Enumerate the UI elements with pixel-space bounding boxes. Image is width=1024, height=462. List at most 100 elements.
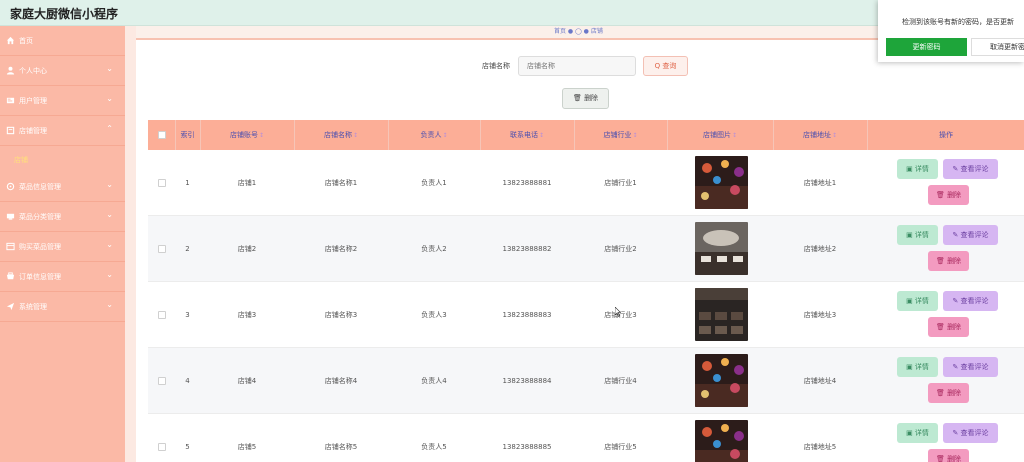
edit-icon: ✎	[952, 429, 961, 437]
header-image[interactable]: 店铺图片↕	[667, 120, 773, 150]
sidebar-item-home[interactable]: 首页	[0, 26, 125, 56]
cell-industry: 店铺行业1	[604, 179, 637, 187]
sidebar: 首页 个人中心 ⌄ 用户管理 ⌄ 店铺管理 ⌃ 店铺 菜品信息管理 ⌄ 菜品分类…	[0, 26, 125, 462]
users-icon	[6, 97, 15, 104]
cell-address: 店铺地址5	[803, 443, 837, 451]
search-button[interactable]: Q 查询	[643, 56, 688, 76]
cell-phone: 13823888881	[502, 179, 552, 187]
sidebar-item-label: 菜品信息管理	[19, 183, 61, 191]
sidebar-item-dishes[interactable]: 菜品信息管理 ⌄	[0, 172, 125, 202]
cancel-update-button[interactable]: 取消更新密码	[971, 38, 1024, 56]
detail-icon: ▣	[906, 231, 915, 239]
table-row: 1 店铺1 店铺名称1 负责人1 13823888881 店铺行业1 店铺地址1…	[148, 150, 1024, 216]
header-actions: 操作	[939, 131, 953, 139]
header-manager[interactable]: 负责人↕	[388, 120, 480, 150]
store-image[interactable]	[695, 222, 748, 275]
detail-button[interactable]: ▣ 详情	[897, 225, 938, 245]
sidebar-item-system[interactable]: 系统管理 ⌄	[0, 292, 125, 322]
header-industry[interactable]: 店铺行业↕	[574, 120, 667, 150]
sidebar-item-users[interactable]: 用户管理 ⌄	[0, 86, 125, 116]
header-address[interactable]: 店铺地址↕	[773, 120, 867, 150]
cell-address: 店铺地址2	[803, 245, 837, 253]
delete-button[interactable]: 🗑 删除	[928, 251, 969, 271]
cell-name: 店铺名称2	[324, 245, 358, 253]
row-checkbox[interactable]	[158, 443, 166, 451]
cell-address: 店铺地址1	[803, 179, 837, 187]
sort-icon: ↕	[258, 132, 265, 139]
sidebar-item-purchases[interactable]: 购买菜品管理 ⌄	[0, 232, 125, 262]
sidebar-item-categories[interactable]: 菜品分类管理 ⌄	[0, 202, 125, 232]
store-image[interactable]	[695, 420, 748, 462]
cell-phone: 13823888882	[502, 245, 552, 253]
cell-industry: 店铺行业4	[604, 377, 637, 385]
delete-button[interactable]: 🗑 删除	[928, 185, 969, 205]
detail-button[interactable]: ▣ 详情	[897, 291, 938, 311]
row-checkbox[interactable]	[158, 377, 166, 385]
cell-name: 店铺名称4	[324, 377, 358, 385]
trash-icon: 🗑	[572, 94, 585, 102]
cell-index: 3	[185, 311, 190, 319]
delete-button[interactable]: 🗑 删除	[928, 317, 969, 337]
chevron-down-icon: ⌄	[106, 180, 113, 189]
cell-name: 店铺名称1	[324, 179, 358, 187]
sort-icon: ↕	[538, 132, 545, 139]
sidebar-item-stores[interactable]: 店铺管理 ⌃	[0, 116, 125, 146]
delete-button[interactable]: 🗑 删除	[928, 383, 969, 403]
update-password-button[interactable]: 更新密码	[886, 38, 967, 56]
cell-name: 店铺名称5	[324, 443, 358, 451]
view-reviews-button[interactable]: ✎ 查看评论	[943, 423, 998, 443]
trash-icon: 🗑	[935, 389, 948, 397]
header-phone[interactable]: 联系电话↕	[480, 120, 574, 150]
cell-index: 4	[185, 377, 190, 385]
store-image[interactable]	[695, 354, 748, 407]
cell-account: 店铺1	[237, 179, 257, 187]
app-title: 家庭大厨微信小程序	[10, 7, 119, 21]
sidebar-item-orders[interactable]: 订单信息管理 ⌄	[0, 262, 125, 292]
view-reviews-button[interactable]: ✎ 查看评论	[943, 159, 998, 179]
sort-icon: ↕	[731, 132, 738, 139]
detail-button[interactable]: ▣ 详情	[897, 159, 938, 179]
cell-phone: 13823888885	[502, 443, 552, 451]
cell-address: 店铺地址3	[803, 311, 837, 319]
select-all-checkbox[interactable]	[158, 131, 166, 139]
cell-account: 店铺3	[237, 311, 257, 319]
sort-icon: ↕	[352, 132, 359, 139]
cell-manager: 负责人1	[421, 179, 447, 187]
sort-icon: ↕	[831, 132, 838, 139]
edit-icon: ✎	[952, 363, 961, 371]
send-icon	[6, 302, 15, 311]
edit-icon: ✎	[952, 165, 961, 173]
store-icon	[6, 126, 15, 135]
sidebar-subitem-store[interactable]: 店铺	[0, 146, 125, 172]
sidebar-item-label: 首页	[19, 37, 33, 45]
view-reviews-button[interactable]: ✎ 查看评论	[943, 357, 998, 377]
row-checkbox[interactable]	[158, 311, 166, 319]
dish-icon	[6, 182, 15, 191]
header-name[interactable]: 店铺名称↕	[294, 120, 388, 150]
main-content: 店铺名称 Q 查询 🗑 删除 索引 店铺账号↕ 店铺名称↕ 负责人↕ 联系电话↕…	[136, 40, 1024, 462]
view-reviews-button[interactable]: ✎ 查看评论	[943, 291, 998, 311]
store-image[interactable]	[695, 288, 748, 341]
breadcrumb-text: 首页 ● ◯ ● 店铺	[554, 28, 603, 35]
detail-button[interactable]: ▣ 详情	[897, 423, 938, 443]
cell-name: 店铺名称3	[324, 311, 358, 319]
row-checkbox[interactable]	[158, 245, 166, 253]
search-input[interactable]	[518, 56, 636, 76]
sidebar-edge	[125, 26, 136, 462]
batch-delete-button[interactable]: 🗑 删除	[562, 88, 609, 109]
store-image[interactable]	[695, 156, 748, 209]
chevron-down-icon: ⌄	[106, 270, 113, 279]
search-label: 店铺名称	[482, 62, 510, 70]
delete-button[interactable]: 🗑 删除	[928, 449, 969, 462]
cell-index: 5	[185, 443, 190, 451]
cell-phone: 13823888883	[502, 311, 552, 319]
sidebar-item-profile[interactable]: 个人中心 ⌄	[0, 56, 125, 86]
chevron-down-icon: ⌄	[106, 210, 113, 219]
row-checkbox[interactable]	[158, 179, 166, 187]
header-index[interactable]: 索引	[175, 120, 200, 150]
header-account[interactable]: 店铺账号↕	[200, 120, 294, 150]
detail-button[interactable]: ▣ 详情	[897, 357, 938, 377]
detail-icon: ▣	[906, 429, 915, 437]
chevron-up-icon: ⌃	[106, 124, 113, 133]
view-reviews-button[interactable]: ✎ 查看评论	[943, 225, 998, 245]
